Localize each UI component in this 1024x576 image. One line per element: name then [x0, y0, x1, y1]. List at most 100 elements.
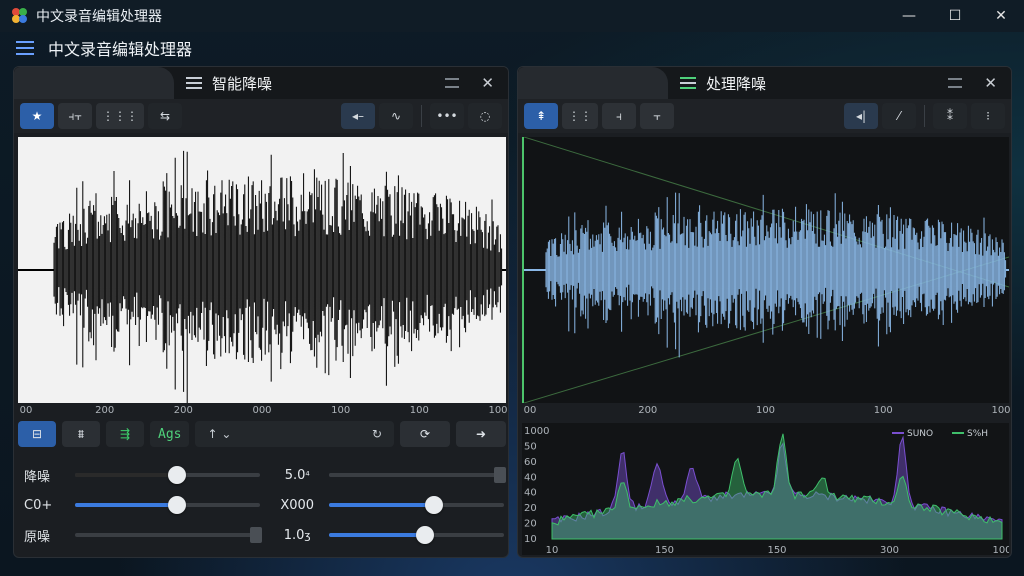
axis-tick-label: 100 [331, 405, 351, 416]
position-field[interactable]: ↑ ⌄ ↻ [195, 421, 394, 447]
spectrum-series [551, 433, 1003, 540]
processed-waveform[interactable] [522, 136, 1010, 404]
window-title: 中文录音编辑处理器 [36, 9, 162, 25]
more-button[interactable]: ••• [430, 103, 464, 129]
title-bar: 中文录音编辑处理器 — ☐ ✕ [0, 0, 1024, 32]
original-waveform[interactable] [18, 137, 506, 405]
slider-label: 降噪 [24, 469, 51, 485]
curve-button[interactable]: ∿ [379, 103, 413, 129]
favorite-button[interactable]: ★ [20, 103, 54, 129]
split-button[interactable]: ⫞ [602, 103, 636, 129]
waveform-graphic [523, 136, 1010, 404]
waveform-graphic [18, 150, 506, 405]
slider-row-noise: 原噪 1.0ʒ [24, 523, 505, 547]
panel-close-icon[interactable]: ✕ [481, 74, 494, 92]
maximize-button[interactable]: ☐ [932, 0, 978, 32]
slider-b[interactable] [328, 526, 505, 544]
minimize-button[interactable]: — [886, 0, 932, 32]
slider-row-denoise: 降噪 5.0⁴ [24, 463, 507, 487]
pin-button[interactable]: ⁝ [971, 103, 1005, 129]
slider-row-gain: C0+ X000 [24, 493, 505, 517]
fade-in-button[interactable]: ◂– [341, 103, 375, 129]
swap-button[interactable]: ⇆ [148, 103, 182, 129]
slider-a[interactable] [74, 496, 260, 514]
panel-menu-icon[interactable] [186, 77, 202, 89]
spectrum-x-label: 300 [880, 545, 899, 555]
panel-minimize-icon[interactable] [445, 78, 460, 88]
slider-knob[interactable] [416, 526, 435, 544]
panel-toolbar: ⇞ ⋮⋮ ⫞ ⫟ ◂| ⁄ ⁑ ⁝ [518, 99, 1011, 133]
refresh-button[interactable]: ⟳ [400, 421, 450, 447]
axis-tick-label: 200 [173, 405, 193, 416]
slider-fill [74, 473, 177, 477]
slider-a[interactable] [74, 527, 262, 543]
axis-tick-label: 100 [409, 405, 429, 416]
slider-knob[interactable] [167, 496, 186, 514]
slider-end-cap[interactable] [494, 467, 507, 483]
scatter-button[interactable]: ⁑ [933, 103, 967, 129]
slider-b[interactable] [328, 496, 505, 514]
marker-button[interactable]: ◌ [468, 103, 502, 129]
tracks-button[interactable]: ⇶ [106, 421, 144, 447]
slider-b[interactable] [328, 467, 507, 483]
slider-a[interactable] [74, 466, 260, 484]
axis-tick-label: 100 [873, 405, 893, 416]
fade-button[interactable]: ◂| [844, 103, 878, 129]
app-heading: 中文录音编辑处理器 [48, 40, 193, 59]
time-axis: 00 200 100 100 100 [522, 403, 1011, 419]
slider-end-cap[interactable] [249, 527, 262, 543]
loop-icon[interactable]: ↻ [372, 427, 382, 441]
denoise-panel: 智能降噪 ✕ ★ ⫞⫟ ⋮⋮⋮ ⇆ ◂– ∿ ••• ◌ 00 200 200 000… [13, 66, 509, 558]
slider-knob[interactable] [167, 466, 186, 484]
panel-menu-icon[interactable] [680, 77, 696, 89]
time-axis: 00 200 200 000 100 100 100 [18, 403, 508, 419]
spectrum-y-label: 50 [524, 441, 537, 452]
panel-minimize-icon[interactable] [948, 78, 963, 88]
slider-fill [328, 503, 434, 507]
axis-tick-label: 00 [523, 405, 537, 416]
axis-tick-label: 100 [991, 405, 1011, 416]
playback-controls: ⊟ ⩩ ⇶ Ags ↑ ⌄ ↻ ⟳ ➜ [18, 419, 506, 449]
noise-button[interactable]: ⋮⋮⋮ [96, 103, 144, 129]
menu-bar: 中文录音编辑处理器 [0, 32, 1024, 64]
slider-value: X000 [280, 497, 315, 513]
spectrum-x-label: 10 [546, 545, 559, 555]
axis-tick-label: 000 [252, 405, 272, 416]
spectrum-y-label: 40 [524, 488, 537, 499]
process-button[interactable]: ⇞ [524, 103, 558, 129]
processed-panel: 处理降噪 ✕ ⇞ ⋮⋮ ⫞ ⫟ ◂| ⁄ ⁑ ⁝ 00 200 100 100 100 … [517, 66, 1012, 558]
slope-button[interactable]: ⁄ [882, 103, 916, 129]
slider-label: 原噪 [24, 529, 51, 545]
position-arrow: ↑ ⌄ [207, 427, 232, 441]
eq-button[interactable]: ⩩ [62, 421, 100, 447]
spectrum-y-label: 1000 [524, 426, 549, 437]
slider-value: 1.0ʒ [283, 527, 311, 543]
panel-toolbar: ★ ⫞⫟ ⋮⋮⋮ ⇆ ◂– ∿ ••• ◌ [14, 99, 508, 133]
close-button[interactable]: ✕ [978, 0, 1024, 32]
waveform-path [53, 150, 503, 405]
filter-button[interactable]: ⫟ [640, 103, 674, 129]
split-button[interactable]: ⫞⫟ [58, 103, 92, 129]
axis-tick-label: 00 [19, 405, 33, 416]
ags-button[interactable]: Ags [150, 421, 190, 447]
legend-label: S%H [967, 429, 988, 439]
slider-knob[interactable] [424, 496, 443, 514]
panel-title: 智能降噪 [212, 74, 273, 93]
spectrum-graphic: 1000 50 60 40 40 20 20 10 10 150 150 300 100 SUNO S%H [524, 426, 1011, 556]
axis-tick-label: 100 [755, 405, 776, 416]
slider-fill [74, 503, 177, 507]
app-logo-icon [12, 8, 28, 24]
axis-tick-label: 200 [95, 405, 115, 416]
spectrum-y-label: 20 [524, 503, 537, 514]
slider-value: 5.0⁴ [284, 467, 310, 483]
main-menu-icon[interactable] [16, 41, 34, 55]
spectrum-chart[interactable]: 1000 50 60 40 40 20 20 10 10 150 150 300 100 SUNO S%H [522, 423, 1011, 556]
spectrum-y-label: 60 [524, 457, 537, 468]
list-button[interactable]: ⊟ [18, 421, 56, 447]
play-button[interactable]: ➜ [456, 421, 506, 447]
spectrum-y-label: 10 [524, 534, 537, 545]
panel-close-icon[interactable]: ✕ [984, 74, 997, 92]
slider-label: C0+ [24, 497, 53, 513]
waveform-path [545, 192, 1007, 358]
dots-button[interactable]: ⋮⋮ [562, 103, 598, 129]
